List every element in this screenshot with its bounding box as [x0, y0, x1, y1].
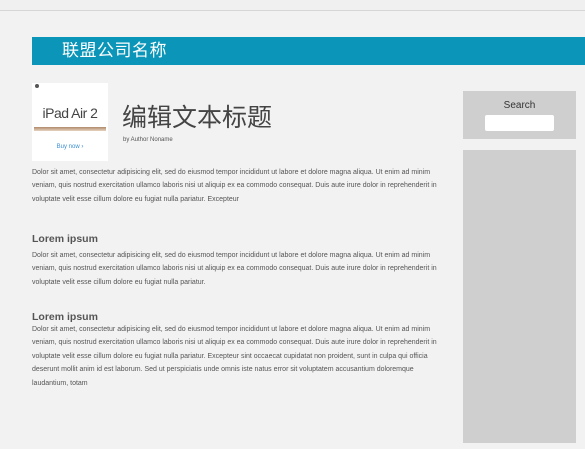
ipad-device-icon [34, 127, 106, 131]
section-heading: Lorem ipsum [32, 311, 98, 323]
search-label: Search [503, 100, 536, 111]
company-name: 联盟公司名称 [62, 41, 167, 60]
section-heading: Lorem ipsum [32, 233, 98, 245]
sidebar-panel [463, 150, 576, 443]
promo-image[interactable]: iPad Air 2 Buy now › [32, 83, 108, 161]
page: 联盟公司名称 iPad Air 2 Buy now › 编辑文本标题 by Au… [0, 10, 585, 449]
intro-paragraph: Dolor sit amet, consectetur adipisicing … [32, 169, 437, 203]
article-byline: by Author Noname [123, 137, 173, 143]
header-banner: 联盟公司名称 [32, 37, 585, 65]
buy-now-link[interactable]: Buy now › [32, 144, 108, 150]
section-paragraph: Dolor sit amet, consectetur adipisicing … [32, 326, 437, 387]
section-paragraph: Dolor sit amet, consectetur adipisicing … [32, 252, 437, 286]
article-title: 编辑文本标题 [122, 104, 273, 132]
apple-logo-icon [35, 84, 39, 88]
search-widget: Search [463, 91, 576, 139]
promo-product-name: iPad Air 2 [42, 105, 98, 121]
search-input[interactable] [485, 115, 554, 131]
